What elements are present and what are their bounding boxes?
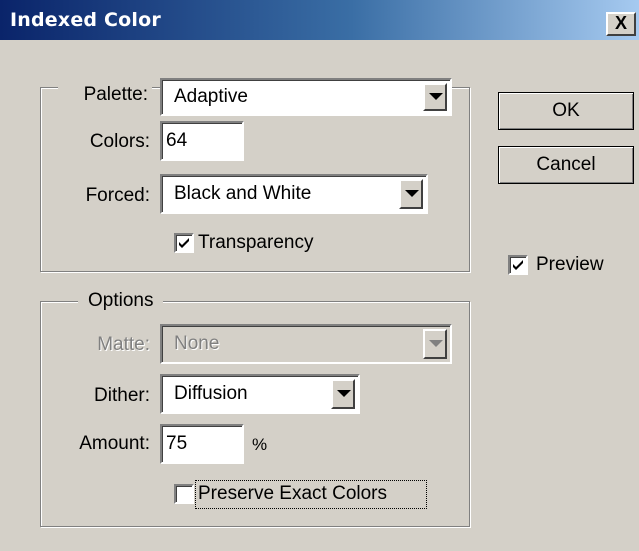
dither-select[interactable]: Diffusion [160, 374, 360, 414]
palette-dropdown-button[interactable] [423, 83, 447, 111]
dither-dropdown-button[interactable] [331, 379, 355, 409]
palette-label: Palette: [58, 84, 152, 106]
chevron-down-icon [429, 340, 443, 347]
colors-value: 64 [166, 130, 188, 151]
matte-dropdown-button [423, 329, 447, 359]
checkmark-icon [513, 260, 523, 270]
checkmark-icon [179, 238, 189, 248]
ok-button[interactable]: OK [498, 92, 634, 130]
preserve-exact-colors-label[interactable]: Preserve Exact Colors [198, 483, 387, 505]
palette-value: Adaptive [174, 86, 248, 107]
options-legend: Options [78, 290, 164, 312]
transparency-checkbox[interactable] [174, 233, 194, 253]
dither-value: Diffusion [174, 383, 248, 404]
forced-select[interactable]: Black and White [160, 174, 428, 214]
matte-value: None [174, 333, 220, 354]
chevron-down-icon [429, 93, 443, 100]
cancel-button[interactable]: Cancel [498, 146, 634, 184]
amount-label: Amount: [79, 433, 150, 454]
palette-select[interactable]: Adaptive [160, 78, 452, 116]
forced-dropdown-button[interactable] [399, 179, 423, 209]
chevron-down-icon [337, 390, 351, 397]
amount-input[interactable]: 75 [160, 424, 244, 464]
preview-label[interactable]: Preview [536, 254, 604, 276]
colors-input[interactable]: 64 [160, 121, 244, 161]
matte-label: Matte: [97, 334, 150, 355]
matte-select: None [160, 324, 452, 364]
preserve-exact-colors-checkbox[interactable] [174, 484, 194, 504]
colors-label: Colors: [89, 131, 150, 152]
preview-checkbox[interactable] [508, 255, 528, 275]
amount-unit: % [252, 435, 268, 454]
ok-label: OK [552, 100, 580, 121]
close-icon: X [614, 13, 627, 33]
dither-label: Dither: [94, 385, 150, 406]
title-bar: Indexed Color X [0, 0, 639, 40]
close-button[interactable]: X [606, 12, 636, 36]
amount-value: 75 [166, 433, 188, 454]
forced-label: Forced: [85, 185, 150, 206]
forced-value: Black and White [174, 183, 312, 204]
transparency-label[interactable]: Transparency [198, 232, 313, 254]
chevron-down-icon [405, 190, 419, 197]
cancel-label: Cancel [536, 154, 596, 175]
window-title: Indexed Color [10, 9, 161, 31]
